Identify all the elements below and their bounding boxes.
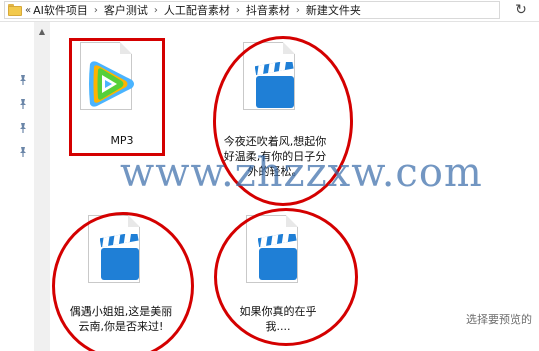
watermark-text: www.zhzzxw.com bbox=[120, 150, 483, 196]
pin-icon[interactable] bbox=[18, 98, 28, 110]
breadcrumb-voiceover-material[interactable]: 人工配音素材 bbox=[164, 2, 230, 18]
breadcrumb-new-folder[interactable]: 新建文件夹 bbox=[306, 2, 361, 18]
breadcrumb-separator-icon[interactable]: › bbox=[154, 5, 158, 16]
scroll-up-arrow-icon[interactable]: ▲ bbox=[34, 24, 50, 38]
breadcrumb-client-test[interactable]: 客户测试 bbox=[104, 2, 148, 18]
highlight-rectangle bbox=[69, 38, 165, 156]
highlight-circle bbox=[214, 208, 358, 346]
address-bar-row: « AI软件项目 › 客户测试 › 人工配音素材 › 抖音素材 › 新建文件夹 … bbox=[0, 0, 539, 22]
preview-pane-hint: 选择要预览的 bbox=[466, 313, 532, 326]
breadcrumb-ai-projects[interactable]: AI软件项目 bbox=[33, 2, 88, 18]
pin-icon[interactable] bbox=[18, 122, 28, 134]
vertical-scrollbar[interactable]: ▲ bbox=[34, 22, 50, 351]
refresh-icon: ↻ bbox=[515, 2, 527, 18]
address-bar[interactable]: « AI软件项目 › 客户测试 › 人工配音素材 › 抖音素材 › 新建文件夹 bbox=[4, 1, 500, 19]
pin-icon[interactable] bbox=[18, 146, 28, 158]
breadcrumb-douyin-material[interactable]: 抖音素材 bbox=[246, 2, 290, 18]
navigation-pane bbox=[0, 22, 34, 351]
refresh-button[interactable]: ↻ bbox=[506, 1, 536, 19]
folder-icon bbox=[8, 4, 22, 16]
breadcrumb-separator-icon[interactable]: › bbox=[296, 5, 300, 16]
overflow-chevron-icon[interactable]: « bbox=[25, 5, 31, 16]
highlight-circle bbox=[52, 212, 194, 351]
breadcrumb-separator-icon[interactable]: › bbox=[94, 5, 98, 16]
pin-icon[interactable] bbox=[18, 74, 28, 86]
breadcrumb-separator-icon[interactable]: › bbox=[236, 5, 240, 16]
